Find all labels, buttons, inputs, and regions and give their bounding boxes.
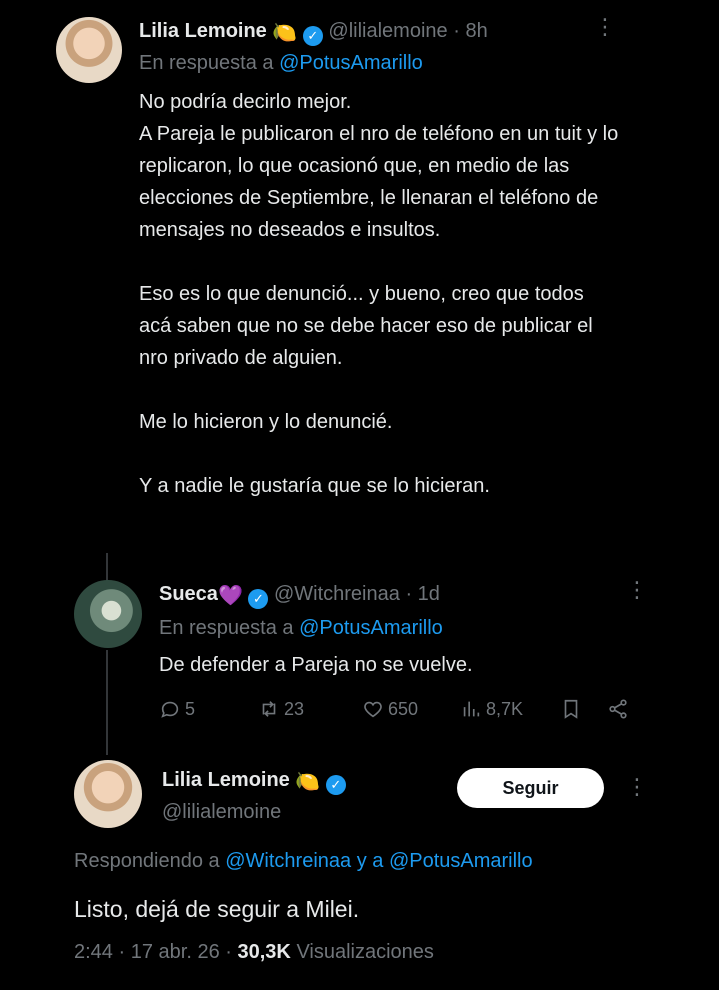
verified-badge-icon: ✓ (302, 26, 323, 46)
reply-mention-link[interactable]: @PotusAmarillo (299, 617, 443, 639)
heart-icon (364, 701, 382, 718)
lemon-emoji: 🍋 (272, 22, 298, 44)
share-button[interactable] (607, 698, 629, 720)
retweet-count: 23 (284, 698, 305, 719)
tweet-body: De defender a Pareja no se vuelve. (159, 654, 473, 676)
reply-icon (161, 701, 179, 718)
thread-line (106, 650, 108, 755)
more-options-icon[interactable]: ⋮ (594, 16, 616, 38)
reply-prefix: En respuesta a (159, 617, 294, 639)
retweet-button[interactable]: 23 (258, 698, 304, 720)
like-button[interactable]: 650 (362, 698, 418, 720)
tweet-meta: 2:44 · 17 abr. 26 · 30,3K Visualizacione… (74, 937, 434, 967)
separator: · (118, 941, 126, 963)
author-handle[interactable]: @lilialemoine (162, 798, 281, 826)
reply-context: En respuesta a @PotusAmarillo (139, 49, 423, 77)
views-count: 8,7K (486, 698, 524, 719)
tweet-body: Listo, dejá de seguir a Milei. (74, 896, 360, 922)
lemon-emoji: 🍋 (295, 771, 321, 793)
author-name[interactable]: Sueca (159, 583, 218, 605)
bookmark-button[interactable] (560, 698, 582, 720)
verified-badge-icon: ✓ (248, 589, 269, 609)
reply-button[interactable]: 5 (159, 698, 195, 720)
separator: · (225, 941, 232, 963)
avatar[interactable] (74, 580, 142, 648)
bookmark-icon (564, 699, 578, 719)
reply-count: 5 (185, 698, 196, 719)
author-handle[interactable]: @Witchreinaa (274, 583, 400, 605)
tweet-header: Lilia Lemoine 🍋 ✓ @lilialemoine · 8h (139, 17, 488, 47)
views-count: 30,3K (237, 941, 291, 963)
retweet-icon (262, 701, 276, 717)
author-name[interactable]: Lilia Lemoine (139, 20, 267, 42)
reply-mention-link[interactable]: @PotusAmarillo (279, 52, 423, 74)
tweet-time[interactable]: 2:44 (74, 941, 113, 963)
tweet-time[interactable]: 1d (418, 583, 440, 605)
views-button[interactable]: 8,7K (460, 698, 523, 720)
reply-mention-link[interactable]: @Witchreinaa y a @PotusAmarillo (225, 850, 532, 872)
reply-prefix: Respondiendo a (74, 850, 220, 872)
author-name[interactable]: Lilia Lemoine (162, 769, 290, 791)
tweet-body: No podría decirlo mejor. A Pareja le pub… (139, 91, 619, 497)
more-options-icon[interactable]: ⋮ (626, 776, 648, 798)
separator: · (405, 583, 413, 605)
more-options-icon[interactable]: ⋮ (626, 579, 648, 601)
tweet-header: Lilia Lemoine 🍋 ✓ (162, 766, 346, 796)
thread-line (106, 553, 108, 581)
reply-prefix: En respuesta a (139, 52, 274, 74)
reply-context: En respuesta a @PotusAmarillo (159, 614, 443, 642)
follow-button[interactable]: Seguir (457, 768, 604, 808)
purple-heart-emoji: 💜 (217, 585, 243, 607)
author-handle[interactable]: @lilialemoine (328, 20, 447, 42)
avatar[interactable] (74, 760, 142, 828)
views-label: Visualizaciones (296, 941, 434, 963)
tweet-header: Sueca💜 ✓ @Witchreinaa · 1d (159, 580, 440, 610)
tweet-date[interactable]: 17 abr. 26 (131, 941, 220, 963)
reply-context: Respondiendo a @Witchreinaa y a @PotusAm… (74, 846, 533, 876)
views-icon (463, 701, 480, 717)
separator: · (453, 20, 460, 42)
share-icon (609, 699, 627, 719)
tweet-time[interactable]: 8h (465, 20, 487, 42)
like-count: 650 (388, 698, 419, 719)
verified-badge-icon: ✓ (325, 775, 346, 795)
avatar[interactable] (56, 17, 122, 83)
